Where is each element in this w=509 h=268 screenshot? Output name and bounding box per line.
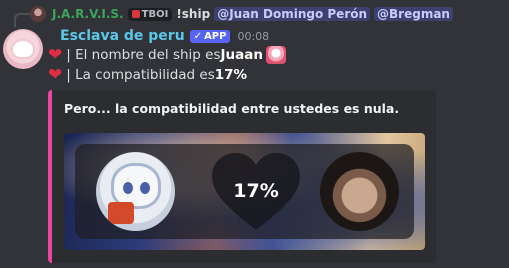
user1-avatar — [96, 152, 175, 231]
ship-name: Juaan — [220, 47, 263, 63]
ship-embed: Pero... la compatibilidad entre ustedes … — [48, 90, 436, 263]
ship-card: 17% — [75, 144, 414, 239]
server-tag-icon — [131, 10, 140, 18]
compatibility-prefix: | La compatibilidad es — [66, 67, 215, 83]
ship-result-image[interactable]: 17% — [64, 133, 425, 250]
reply-command[interactable]: !ship — [176, 7, 210, 21]
author-avatar[interactable] — [3, 29, 43, 69]
compatibility-percent: 17% — [233, 180, 279, 202]
compatibility-line: ❤ | La compatibilidad es 17% — [48, 65, 247, 85]
app-badge: ✓ APP — [189, 29, 231, 43]
author-name[interactable]: Esclava de peru — [60, 28, 185, 44]
app-badge-label: APP — [204, 30, 227, 42]
reply-avatar[interactable] — [30, 6, 46, 22]
mention-juan[interactable]: @Juan Domingo Perón — [214, 7, 371, 21]
message-header: Esclava de peru ✓ APP 00:08 — [60, 26, 269, 46]
ship-name-line: ❤ | El nombre del ship es Juaan — [48, 45, 286, 65]
sticker-emoji-icon — [265, 46, 286, 64]
ship-name-prefix: | El nombre del ship es — [66, 47, 221, 63]
red-heart-icon: ❤ — [48, 44, 63, 65]
compatibility-value: 17% — [214, 67, 248, 83]
embed-title: Pero... la compatibilidad entre ustedes … — [64, 101, 400, 116]
check-icon: ✓ — [193, 30, 203, 42]
reply-reference[interactable]: J.A.R.V.I.S. TBOI !ship @Juan Domingo Pe… — [30, 5, 453, 23]
user2-avatar — [320, 152, 399, 231]
server-tag[interactable]: TBOI — [127, 7, 173, 21]
reply-author[interactable]: J.A.R.V.I.S. — [52, 7, 124, 21]
timestamp[interactable]: 00:08 — [237, 30, 269, 43]
red-heart-icon: ❤ — [48, 64, 63, 85]
mention-bregman[interactable]: @Bregman — [374, 7, 453, 21]
server-tag-label: TBOI — [141, 8, 169, 20]
